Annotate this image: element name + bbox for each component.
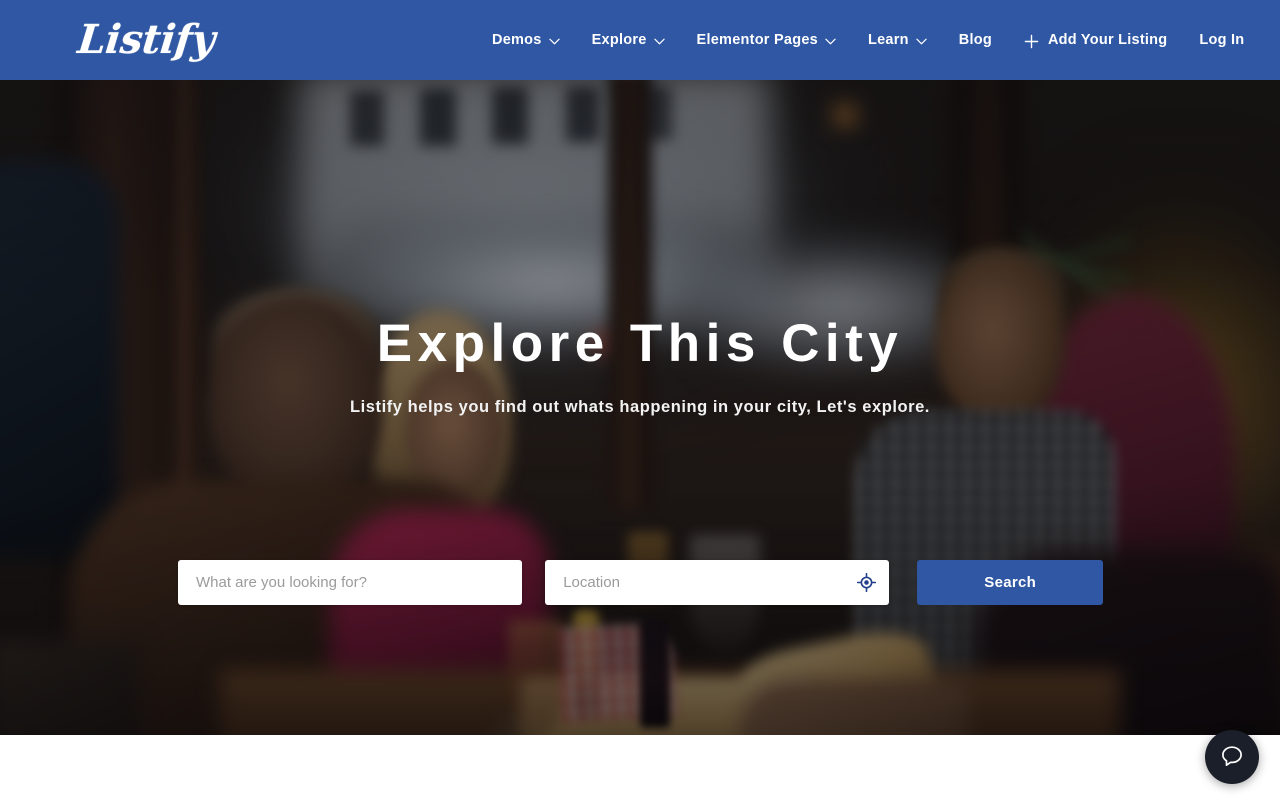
nav-item-learn-label: Learn bbox=[867, 32, 909, 48]
nav-item-demos[interactable]: Demos bbox=[476, 0, 576, 80]
crosshair-target-icon[interactable] bbox=[856, 573, 876, 593]
search-button[interactable]: Search bbox=[917, 560, 1104, 605]
page-title: Explore This City bbox=[376, 314, 904, 373]
chevron-down-icon bbox=[825, 36, 836, 47]
chevron-down-icon bbox=[653, 36, 665, 47]
search-bar: Search bbox=[178, 560, 1104, 605]
nav-item-add-your-listing-label: Add Your Listing bbox=[1047, 32, 1168, 48]
primary-navigation: Demos Explore Elementor Pages Learn Blog bbox=[476, 0, 1260, 80]
location-field-wrapper bbox=[545, 560, 890, 605]
brand-logo-link[interactable]: Listify bbox=[75, 16, 217, 63]
nav-item-elementor-pages-label: Elementor Pages bbox=[696, 32, 818, 48]
chevron-down-icon bbox=[916, 36, 927, 47]
listify-logo-text: Listify bbox=[75, 16, 217, 63]
nav-item-elementor-pages[interactable]: Elementor Pages bbox=[681, 0, 852, 80]
nav-item-blog-label: Blog bbox=[958, 32, 992, 48]
location-input[interactable] bbox=[545, 560, 890, 605]
nav-item-demos-label: Demos bbox=[492, 32, 542, 48]
nav-item-learn[interactable]: Learn bbox=[852, 0, 943, 80]
nav-item-explore[interactable]: Explore bbox=[576, 0, 681, 80]
hero-content: Explore This City Listify helps you find… bbox=[0, 80, 1280, 735]
chevron-down-icon bbox=[548, 36, 560, 47]
keyword-field-wrapper bbox=[178, 560, 523, 605]
hero-subtitle: Listify helps you find out whats happeni… bbox=[350, 397, 930, 416]
plus-icon bbox=[1024, 34, 1039, 49]
search-input[interactable] bbox=[178, 560, 523, 605]
chat-bubble-icon bbox=[1219, 743, 1245, 772]
nav-item-explore-label: Explore bbox=[591, 32, 647, 48]
nav-item-blog[interactable]: Blog bbox=[943, 0, 1008, 80]
page-content-below-hero bbox=[0, 735, 1280, 800]
nav-item-add-your-listing[interactable]: Add Your Listing bbox=[1008, 0, 1183, 80]
nav-item-log-in[interactable]: Log In bbox=[1183, 0, 1260, 80]
chat-widget-button[interactable] bbox=[1205, 730, 1259, 784]
nav-item-log-in-label: Log In bbox=[1199, 32, 1245, 48]
hero-section: Explore This City Listify helps you find… bbox=[0, 80, 1280, 735]
site-header: Listify Demos Explore Elementor Pages Le… bbox=[0, 0, 1280, 80]
